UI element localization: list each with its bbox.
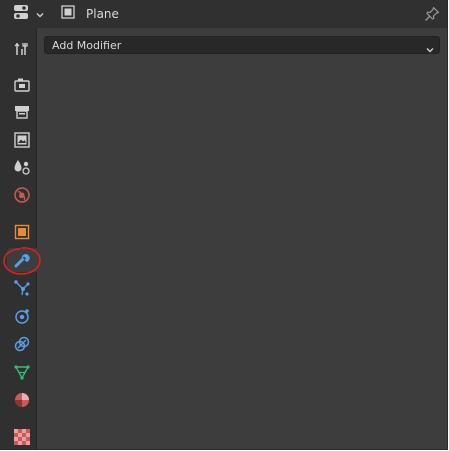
scene-icon <box>13 158 31 176</box>
tab-particles[interactable] <box>10 276 34 300</box>
material-icon <box>13 391 31 409</box>
properties-tab-bar <box>0 28 37 449</box>
tab-texture[interactable] <box>10 425 34 449</box>
tab-output[interactable] <box>10 100 34 124</box>
properties-editor-icon <box>13 4 35 24</box>
tab-object[interactable] <box>10 220 34 244</box>
object-icon <box>13 223 31 241</box>
properties-header: Plane <box>0 0 447 28</box>
texture-icon <box>14 429 30 445</box>
view-layer-icon <box>13 131 31 149</box>
particles-icon <box>13 279 31 297</box>
tab-material[interactable] <box>10 388 34 412</box>
properties-editor: Plane Add Modifier <box>0 0 448 450</box>
tab-physics[interactable] <box>10 304 34 328</box>
output-icon <box>13 103 31 121</box>
constraints-icon <box>13 335 31 353</box>
tab-render[interactable] <box>10 73 34 97</box>
world-icon <box>13 186 31 204</box>
tab-view-layer[interactable] <box>10 128 34 152</box>
pin-icon <box>423 6 441 27</box>
add-modifier-dropdown[interactable]: Add Modifier <box>44 36 440 54</box>
wrench-icon <box>12 250 32 270</box>
mesh-data-icon <box>13 363 31 381</box>
tab-data[interactable] <box>10 360 34 384</box>
chevron-down-icon <box>35 5 45 24</box>
chevron-down-icon <box>425 40 435 59</box>
add-modifier-label: Add Modifier <box>52 38 122 52</box>
tab-world[interactable] <box>10 183 34 207</box>
tab-tool[interactable] <box>10 37 34 61</box>
object-breadcrumb: Plane <box>60 4 119 24</box>
tab-modifiers[interactable] <box>7 248 37 272</box>
tab-scene[interactable] <box>10 155 34 179</box>
tool-icon <box>13 40 31 58</box>
editor-type-button[interactable] <box>13 5 47 23</box>
object-name: Plane <box>86 7 119 21</box>
object-data-icon <box>60 4 76 24</box>
render-icon <box>13 76 31 94</box>
physics-icon <box>13 307 31 325</box>
pin-button[interactable] <box>423 5 441 23</box>
tab-constraints[interactable] <box>10 332 34 356</box>
